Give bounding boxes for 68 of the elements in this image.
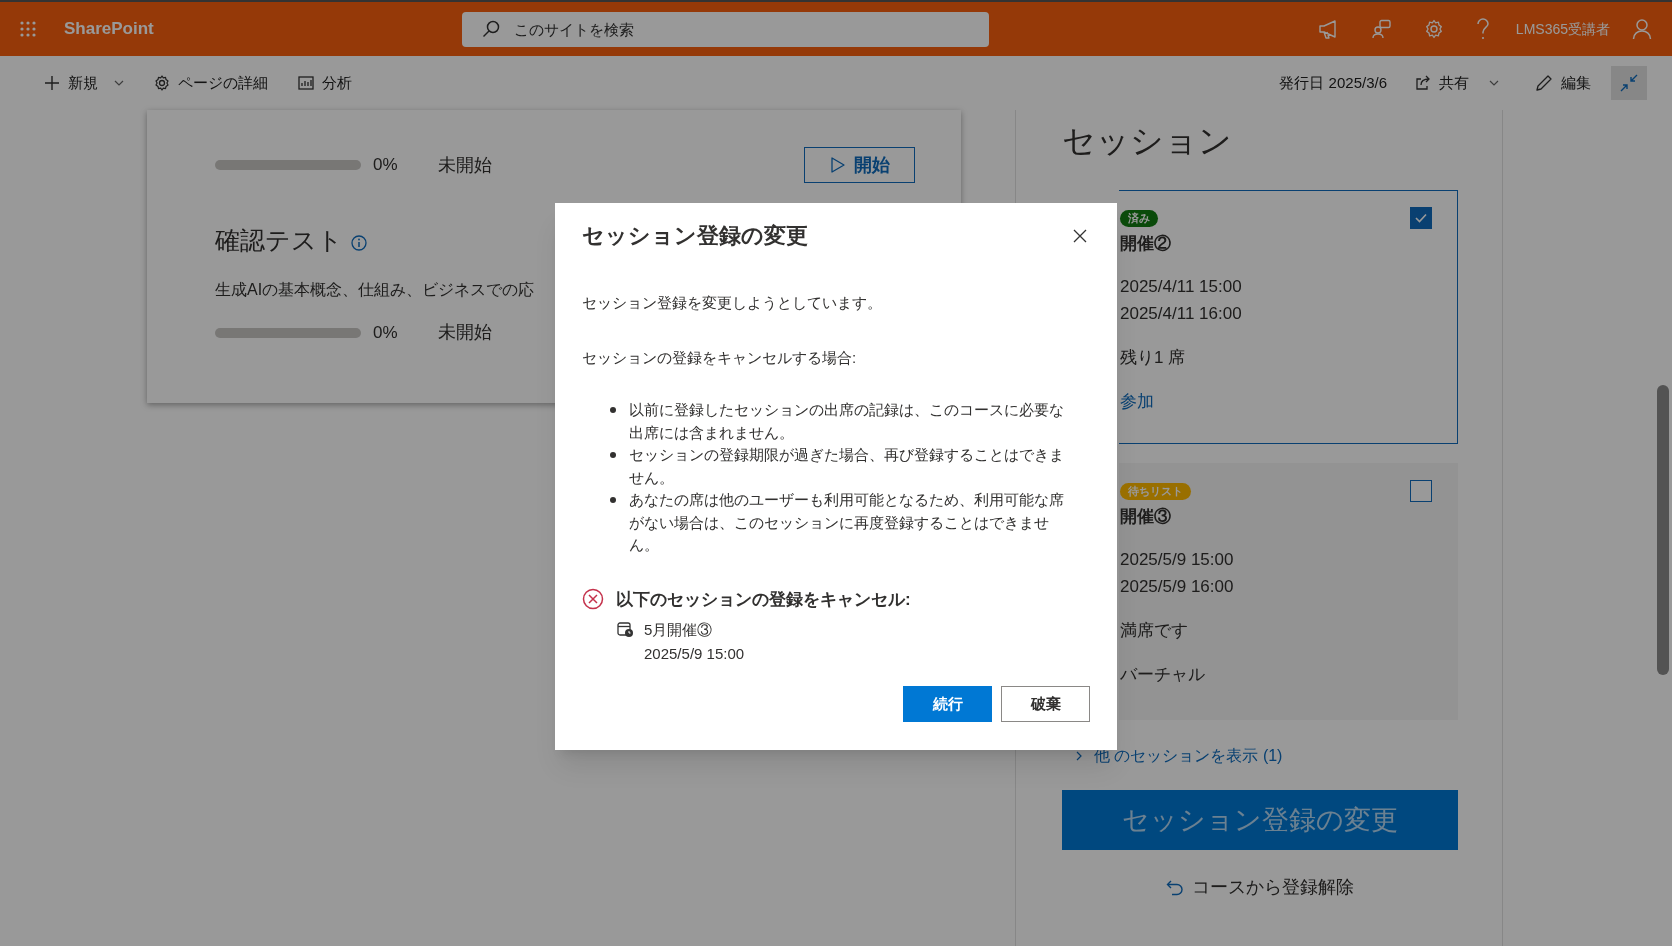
share-button[interactable]: 共有 — [1415, 71, 1499, 95]
chevron-right-icon — [1076, 751, 1082, 761]
help-icon — [1475, 18, 1490, 40]
app-launcher-icon — [19, 20, 37, 38]
status-label: 未開始 — [437, 321, 492, 344]
person-icon — [1632, 18, 1652, 40]
plus-icon — [44, 75, 60, 91]
check-icon — [1415, 213, 1427, 223]
session-detail: 2025/4/11 15:00 — [1120, 275, 1243, 298]
session-detail: 2025/4/11 16:00 — [1120, 302, 1243, 325]
chevron-down-icon — [114, 80, 124, 86]
session-detail: 満席です — [1120, 619, 1189, 642]
chart-icon — [298, 75, 314, 91]
start-button[interactable]: 開始 — [804, 147, 915, 183]
feedback-icon — [1371, 19, 1392, 39]
share-icon — [1415, 75, 1431, 91]
search-field[interactable]: このサイトを検索 — [461, 11, 989, 47]
progress-percent: 0% — [373, 154, 398, 177]
pencil-icon — [1535, 74, 1553, 92]
status-badge: 待ちリスト — [1120, 483, 1191, 500]
session-detail: 2025/5/9 15:00 — [1120, 548, 1235, 571]
publish-date: 発行日 2025/3/6 — [1279, 72, 1387, 93]
join-link[interactable]: 参加 — [1120, 387, 1457, 415]
show-more-link[interactable]: 他 のセッションを表示 (1) — [1076, 744, 1283, 768]
new-button[interactable]: 新規 — [44, 71, 124, 95]
settings-icon — [1423, 19, 1444, 39]
session-detail: 2025/5/9 16:00 — [1120, 575, 1235, 598]
status-badge: 済み — [1120, 210, 1158, 227]
dialog-title: セッション登録の変更 — [582, 222, 808, 250]
chevron-down-icon — [1489, 80, 1499, 86]
search-icon — [481, 19, 500, 38]
checkbox[interactable] — [1410, 480, 1432, 502]
details-button[interactable]: ページの詳細 — [154, 71, 268, 95]
cancel-icon — [582, 588, 604, 611]
status-label: 未開始 — [437, 153, 492, 177]
collapse-button[interactable] — [1611, 66, 1647, 100]
session-detail: バーチャル — [1120, 663, 1206, 686]
panel-title: セッション — [1062, 121, 1233, 161]
session-name: 5月開催③ — [644, 620, 714, 640]
continue-button[interactable]: 続行 — [903, 686, 992, 722]
cancel-heading: 以下のセッションの登録をキャンセル: — [616, 588, 911, 611]
session-time: 2025/5/9 15:00 — [644, 644, 745, 664]
intro-text: セッション登録を変更しようとしています。 — [582, 293, 883, 313]
session-name: 開催③ — [1120, 506, 1172, 528]
edit-button[interactable]: 編集 — [1535, 71, 1591, 95]
calendar-clock-icon — [617, 621, 634, 638]
analytics-button[interactable]: 分析 — [298, 71, 352, 95]
bullet-text: セッションの登録期限が過ぎた場合、再び登録することはできません。 — [629, 446, 1064, 486]
session-detail: 残り1 席 — [1120, 346, 1187, 369]
scroll-thumb[interactable] — [1657, 385, 1669, 675]
settings-icon — [154, 75, 170, 91]
subheading-text: セッションの登録をキャンセルする場合: — [582, 347, 858, 368]
info-icon — [351, 234, 367, 251]
bullet-text: あなたの席は他のユーザーも利用可能となるため、利用可能な席がない場合は、このセッションに再度登録することはできません。 — [629, 491, 1064, 553]
section-title: 確認テスト — [215, 225, 343, 256]
unenroll-link[interactable]: コースから登録解除 — [1062, 874, 1458, 901]
collapse-icon — [1620, 74, 1638, 92]
close-icon — [1073, 228, 1087, 243]
discard-button[interactable]: 破棄 — [1001, 686, 1090, 722]
session-name: 開催② — [1120, 233, 1172, 255]
play-icon — [829, 157, 846, 173]
undo-icon — [1166, 878, 1184, 897]
progress-percent: 0% — [373, 321, 398, 344]
description-text: 生成AIの基本概念、仕組み、ビジネスでの応 — [215, 279, 535, 300]
checkbox[interactable] — [1410, 207, 1432, 229]
session-card[interactable]: 待ちリスト 開催③ 2025/5/9 15:00 2025/5/9 16:00 満席です バーチャル — [1119, 463, 1458, 720]
bullet-text: 以前に登録したセッションの出席の記録は、このコースに必要な出席には含まれません。 — [629, 401, 1064, 441]
session-card[interactable]: 済み 開催② 2025/4/11 15:00 2025/4/11 16:00 残り1 席 参加 — [1119, 190, 1458, 444]
